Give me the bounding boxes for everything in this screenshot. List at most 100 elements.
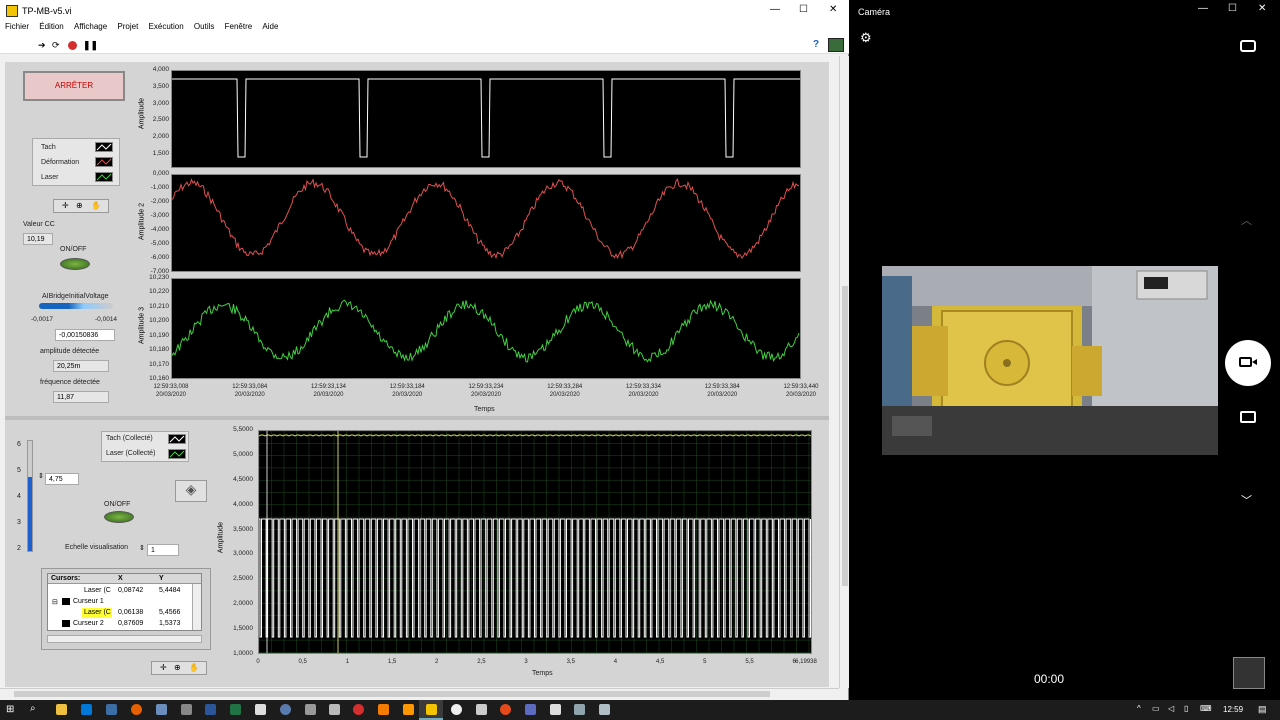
- gallery-thumbnail[interactable]: [1233, 657, 1265, 689]
- zoom-tool-bottom-icon[interactable]: ⊕: [174, 663, 181, 672]
- app-icon-18[interactable]: [476, 704, 487, 715]
- cursor-legend[interactable]: Cursors: X Y Laser (C 0,08742 5,4484 ⊟ C…: [47, 573, 202, 631]
- abort-icon[interactable]: [68, 41, 77, 50]
- plot4-graph[interactable]: [258, 430, 812, 654]
- edge-icon[interactable]: [81, 704, 92, 715]
- tray-language-icon[interactable]: ⌨: [1200, 704, 1212, 713]
- maximize-button[interactable]: ☐: [799, 4, 808, 15]
- slider-value-field[interactable]: 4,75: [45, 473, 79, 485]
- menu-aide[interactable]: Aide: [262, 22, 278, 31]
- cursor-legend-hscroll[interactable]: [47, 635, 202, 643]
- app-icon-11[interactable]: [305, 704, 316, 715]
- file-explorer-icon[interactable]: [56, 704, 67, 715]
- cursor-legend-vscroll[interactable]: [192, 584, 201, 630]
- app-icon-12[interactable]: [329, 704, 340, 715]
- collapse-icon[interactable]: ⊟: [52, 598, 58, 606]
- firefox-icon[interactable]: [131, 704, 142, 715]
- horizontal-scrollbar[interactable]: [0, 688, 839, 699]
- app-icon-13[interactable]: [353, 704, 364, 715]
- mail-icon[interactable]: [255, 704, 266, 715]
- cursor-row-3-name[interactable]: Laser (C: [84, 609, 111, 616]
- legend-laser-collecte-label: Laser (Collecté): [106, 450, 156, 457]
- cursor-tool-icon[interactable]: ✛: [62, 201, 69, 210]
- tray-volume-icon[interactable]: ◁: [1168, 704, 1174, 713]
- vertical-scrollbar-thumb[interactable]: [842, 286, 848, 586]
- photo-camera-icon[interactable]: [1240, 411, 1256, 423]
- camera-minimize-button[interactable]: —: [1198, 3, 1208, 14]
- tray-network-icon[interactable]: ▭: [1152, 704, 1160, 713]
- menu-fenetre[interactable]: Fenêtre: [225, 22, 253, 31]
- graph-palette[interactable]: ✛ ⊕ ✋: [53, 199, 109, 213]
- app-icon-15[interactable]: [403, 704, 414, 715]
- app-icon-3[interactable]: [106, 704, 117, 715]
- menu-edition[interactable]: Édition: [39, 22, 63, 31]
- menu-affichage[interactable]: Affichage: [74, 22, 107, 31]
- cursor-row-4-name[interactable]: Curseur 2: [73, 620, 104, 627]
- plot1-graph[interactable]: [171, 70, 801, 168]
- app-icon-10[interactable]: [280, 704, 291, 715]
- plot2-ytick: -3,000: [150, 212, 169, 219]
- plot2-graph[interactable]: [171, 174, 801, 272]
- app-icon-23[interactable]: [599, 704, 610, 715]
- chevron-down-icon[interactable]: ﹀: [1241, 492, 1252, 508]
- vertical-slider-track[interactable]: [27, 440, 33, 552]
- echelle-field[interactable]: 1: [147, 544, 179, 556]
- app-icon-5[interactable]: [156, 704, 167, 715]
- pan-tool-icon[interactable]: ✋: [91, 201, 101, 210]
- menu-execution[interactable]: Exécution: [149, 22, 184, 31]
- menu-projet[interactable]: Projet: [117, 22, 138, 31]
- onoff-bottom-toggle[interactable]: [104, 511, 134, 523]
- slider-increment-icon[interactable]: ⇕: [38, 472, 44, 480]
- bridge-value-field[interactable]: -0,00150836: [55, 329, 115, 341]
- bridge-slider[interactable]: [39, 303, 113, 309]
- plot2-ytick: -5,000: [150, 240, 169, 247]
- app-icon-19[interactable]: [500, 704, 511, 715]
- camera-close-button[interactable]: ✕: [1258, 3, 1266, 14]
- tray-chevron-icon[interactable]: ^: [1137, 704, 1141, 713]
- run-continuous-icon[interactable]: ⟳: [52, 40, 60, 51]
- cursor-row-2-name[interactable]: Curseur 1: [73, 598, 104, 605]
- excel-icon[interactable]: [230, 704, 241, 715]
- chevron-up-icon[interactable]: ︿: [1241, 212, 1252, 228]
- time-axis-tick: 12:59:33,284 20/03/2020: [547, 384, 583, 398]
- notifications-icon[interactable]: ▤: [1258, 704, 1267, 715]
- stop-button[interactable]: ARRÊTER: [23, 71, 125, 101]
- menu-outils[interactable]: Outils: [194, 22, 214, 31]
- app-icon-14[interactable]: [378, 704, 389, 715]
- cursor-row-4-x: 0,87609: [118, 620, 144, 627]
- switch-camera-icon[interactable]: [1240, 40, 1256, 52]
- app-icon-22[interactable]: [574, 704, 585, 715]
- app-icon-17[interactable]: [451, 704, 462, 715]
- help-icon[interactable]: ?: [813, 39, 819, 50]
- pan-tool-bottom-icon[interactable]: ✋: [189, 663, 199, 672]
- camera-maximize-button[interactable]: ☐: [1228, 3, 1237, 14]
- navigation-diamond-icon[interactable]: ◈: [175, 480, 207, 502]
- plot3-graph[interactable]: [171, 278, 801, 379]
- pause-icon[interactable]: ❚❚: [83, 40, 98, 51]
- onoff-top-toggle[interactable]: [60, 258, 90, 270]
- start-windows-icon[interactable]: ⊞: [6, 704, 14, 715]
- echelle-increment-icon[interactable]: ⇕: [139, 544, 145, 552]
- search-icon[interactable]: ⌕: [30, 703, 36, 714]
- graph-palette-bottom[interactable]: ✛ ⊕ ✋: [151, 661, 207, 675]
- minimize-button[interactable]: —: [770, 4, 780, 15]
- app-icon-20[interactable]: [525, 704, 536, 715]
- cursor-row-1-name[interactable]: Laser (C: [84, 587, 111, 594]
- labview-taskbar-active[interactable]: [419, 700, 443, 720]
- settings-gear-icon[interactable]: ⚙: [860, 30, 872, 46]
- close-button[interactable]: ✕: [829, 4, 837, 15]
- word-icon[interactable]: [205, 704, 216, 715]
- horizontal-scrollbar-thumb[interactable]: [14, 691, 770, 697]
- plot-legend-bottom: Tach (Collecté) Laser (Collecté): [101, 431, 189, 462]
- run-arrow-icon[interactable]: ➔: [38, 40, 46, 51]
- tach-trace: [172, 78, 800, 158]
- cursor-tool-bottom-icon[interactable]: ✛: [160, 663, 167, 672]
- video-record-button[interactable]: [1225, 340, 1271, 386]
- tray-battery-icon[interactable]: ▯: [1184, 704, 1188, 713]
- app-icon-6[interactable]: [181, 704, 192, 715]
- camera-taskbar-icon[interactable]: [550, 704, 561, 715]
- vertical-scrollbar[interactable]: [839, 56, 849, 688]
- menu-fichier[interactable]: Fichier: [5, 22, 29, 31]
- bridge-max-label: -0,0014: [95, 316, 118, 323]
- zoom-tool-icon[interactable]: ⊕: [76, 201, 83, 210]
